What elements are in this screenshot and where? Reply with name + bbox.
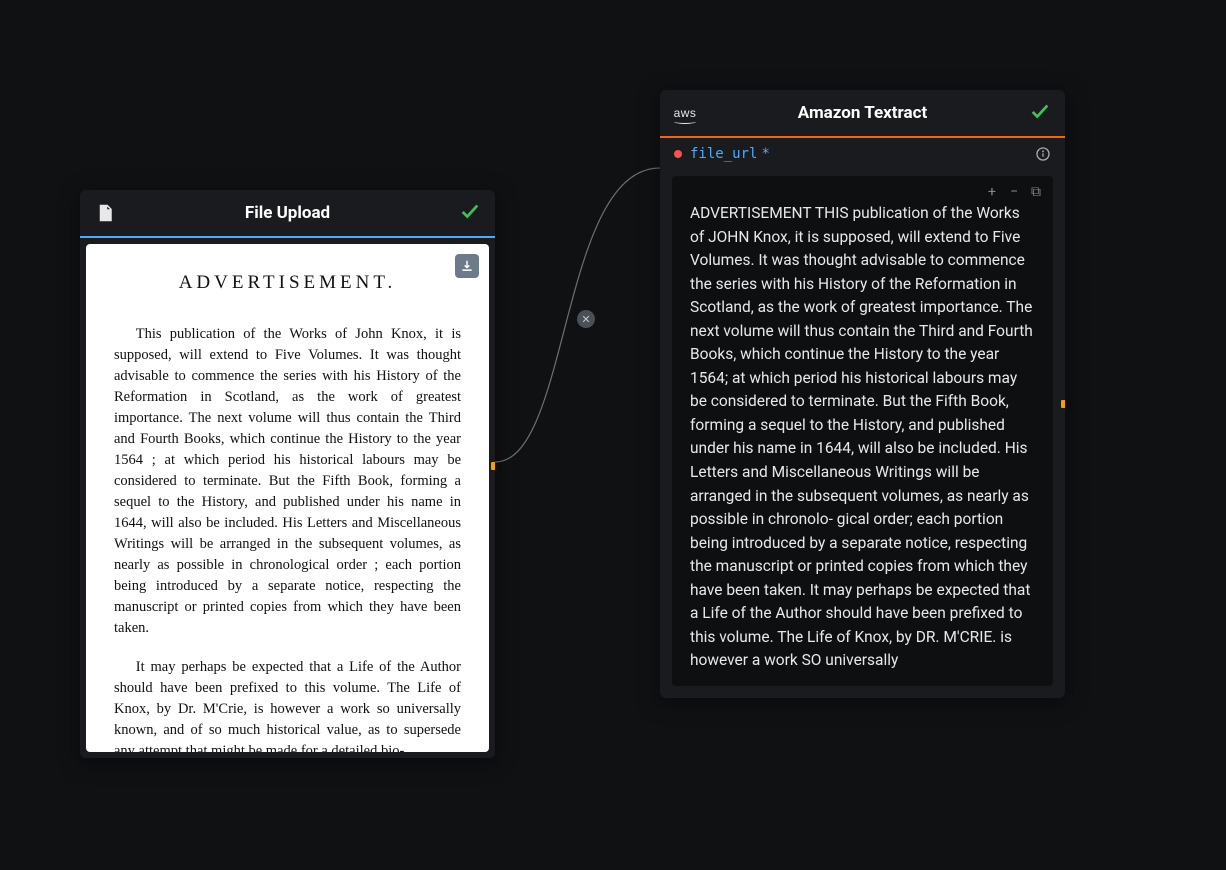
file-icon — [94, 202, 116, 224]
info-icon[interactable] — [1035, 146, 1051, 162]
file-preview: ADVERTISEMENT. This publication of the W… — [86, 244, 489, 752]
workflow-canvas[interactable]: ✕ File Upload ADVERTISEMENT. This public… — [0, 0, 1226, 870]
node-amazon-textract[interactable]: aws Amazon Textract file_url * + − ⧉ ADV… — [660, 90, 1065, 698]
output-port[interactable] — [1061, 400, 1065, 408]
extracted-text: ADVERTISEMENT THIS publication of the Wo… — [690, 188, 1035, 673]
node-header: File Upload — [80, 190, 495, 238]
output-panel: + − ⧉ ADVERTISEMENT THIS publication of … — [672, 176, 1053, 686]
download-icon[interactable] — [455, 254, 479, 278]
node-title: File Upload — [116, 203, 459, 223]
copy-icon[interactable]: ⧉ — [1029, 184, 1043, 200]
node-header: aws Amazon Textract — [660, 90, 1065, 138]
status-check-icon — [459, 200, 481, 226]
param-file-url[interactable]: file_url * — [660, 138, 1065, 170]
edge-delete-button[interactable]: ✕ — [577, 310, 595, 328]
aws-logo-icon: aws — [674, 102, 696, 124]
document-heading: ADVERTISEMENT. — [114, 272, 461, 294]
document-paragraph-1: This publication of the Works of John Kn… — [114, 324, 461, 639]
output-toolbar: + − ⧉ — [985, 184, 1043, 200]
node-title: Amazon Textract — [696, 103, 1029, 123]
status-check-icon — [1029, 100, 1051, 126]
document-paragraph-2: It may perhaps be expected that a Life o… — [114, 657, 461, 752]
collapse-minus-icon[interactable]: − — [1007, 184, 1021, 200]
required-asterisk: * — [761, 146, 769, 162]
required-dot-icon — [674, 150, 682, 158]
param-label: file_url — [690, 146, 757, 162]
node-file-upload[interactable]: File Upload ADVERTISEMENT. This publicat… — [80, 190, 495, 758]
output-port[interactable] — [491, 462, 495, 470]
expand-plus-icon[interactable]: + — [985, 184, 999, 200]
